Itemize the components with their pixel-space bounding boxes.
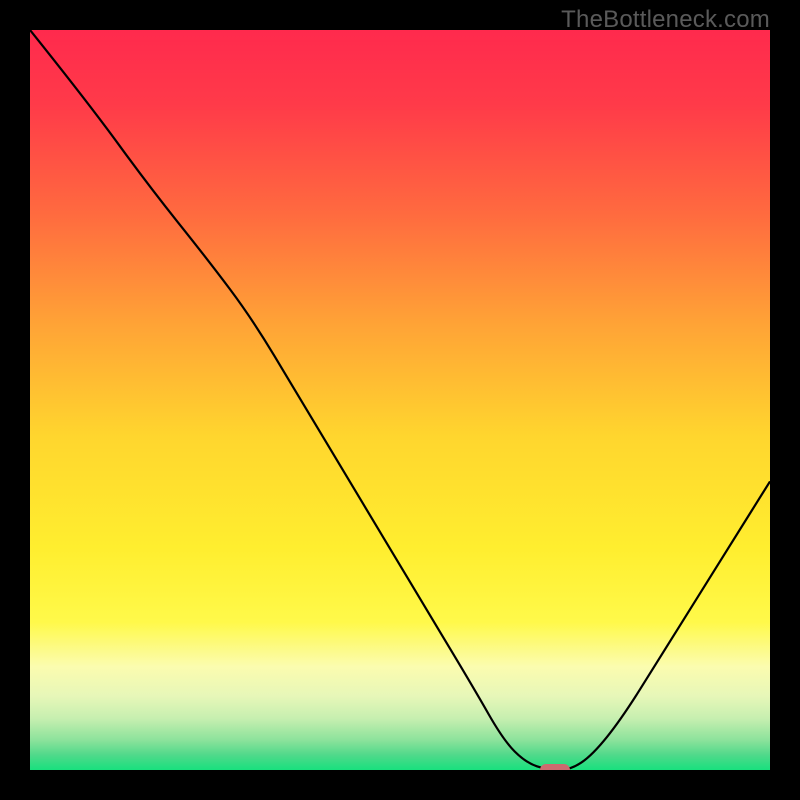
optimal-marker: [540, 764, 570, 770]
bottleneck-curve-path: [30, 30, 770, 770]
curve-svg: [30, 30, 770, 770]
chart-frame: TheBottleneck.com: [0, 0, 800, 800]
plot-area: [30, 30, 770, 770]
